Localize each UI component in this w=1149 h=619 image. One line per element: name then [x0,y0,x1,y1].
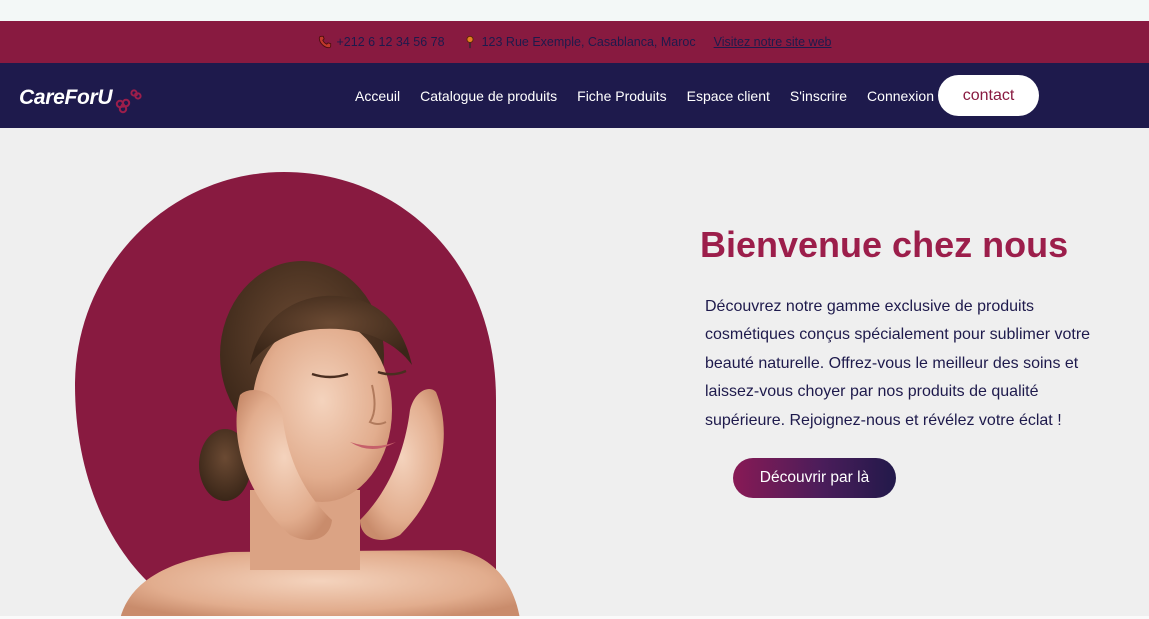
navbar: CareForU Acceuil Catalogue de produits F… [0,63,1149,128]
map-pin-icon [466,35,474,49]
phone-icon [318,35,331,49]
contact-button[interactable]: contact [938,75,1039,116]
logo-text: CareForU [19,86,113,109]
flower-logo-icon [116,89,142,114]
nav-link-connexion[interactable]: Connexion [867,88,934,104]
hero-title: Bienvenue chez nous [700,224,1069,265]
phone-text: +212 6 12 34 56 78 [336,35,445,49]
nav-links: Acceuil Catalogue de produits Fiche Prod… [355,63,934,128]
logo[interactable]: CareForU [19,81,143,115]
nav-link-sinscrire[interactable]: S'inscrire [790,88,847,104]
nav-link-fiche-produits[interactable]: Fiche Produits [577,88,666,104]
hero-image [75,172,520,619]
nav-link-acceuil[interactable]: Acceuil [355,88,400,104]
nav-link-espace-client[interactable]: Espace client [687,88,770,104]
address-info: 123 Rue Exemple, Casablanca, Maroc [463,35,696,49]
hero-description: Découvrez notre gamme exclusive de produ… [705,298,1091,429]
website-link[interactable]: Visitez notre site web [714,35,832,49]
nav-link-catalogue[interactable]: Catalogue de produits [420,88,557,104]
address-text: 123 Rue Exemple, Casablanca, Maroc [481,35,696,49]
discover-button[interactable]: Découvrir par là [733,458,896,498]
info-bar: +212 6 12 34 56 78 123 Rue Exemple, Casa… [0,21,1149,63]
top-strip [0,0,1149,21]
phone-info: +212 6 12 34 56 78 [318,35,445,49]
